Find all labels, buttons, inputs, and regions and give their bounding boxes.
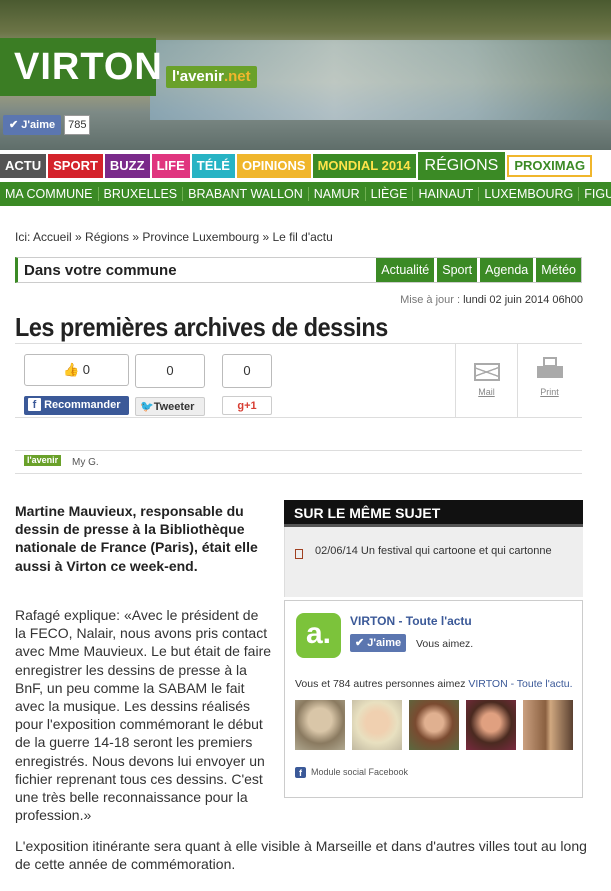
nav-tab-sport[interactable]: SPORT xyxy=(48,154,103,178)
facebook-icon: f xyxy=(28,398,41,411)
primary-nav: ACTU SPORT BUZZ LIFE TÉLÉ OPINIONS MONDIAL 201… xyxy=(0,152,611,180)
avatar[interactable] xyxy=(295,700,345,750)
related-sidebar: SUR LE MÊME SUJET 02/06/14 Un festival q… xyxy=(284,500,583,597)
commune-tabs: Actualité Sport Agenda Météo xyxy=(376,258,581,282)
nav-tab-mondial-2014[interactable]: MONDIAL 2014 xyxy=(312,154,416,178)
region-link[interactable]: LUXEMBOURG xyxy=(479,187,580,201)
fb-module-label[interactable]: f Module social Facebook xyxy=(295,767,408,778)
commune-bar: Dans votre commune Actualité Sport Agenda M… xyxy=(15,257,582,283)
commune-title: Dans votre commune xyxy=(24,262,177,279)
avatar[interactable] xyxy=(523,700,573,750)
author: My G. xyxy=(72,457,99,468)
region-link[interactable]: LIÈGE xyxy=(366,187,414,201)
printer-icon xyxy=(536,357,563,381)
gplus-count-box: 0 xyxy=(222,354,272,388)
fb-others-page-link[interactable]: VIRTON - Toute l'actu. xyxy=(468,678,572,690)
nav-tab-actu[interactable]: ACTU xyxy=(0,154,47,178)
related-item-text[interactable]: 02/06/14 Un festival qui cartoone et qui… xyxy=(315,545,552,557)
thumb-icon: 👍 xyxy=(62,362,80,377)
nav-tab-buzz[interactable]: BUZZ xyxy=(104,154,150,178)
commune-tab-2[interactable]: Agenda xyxy=(480,258,534,282)
region-link[interactable]: BRUXELLES xyxy=(99,187,184,201)
print-button[interactable]: Print xyxy=(517,344,581,417)
nav-tab-opinions[interactable]: OPINIONS xyxy=(236,154,311,178)
nav-tab-t-l-[interactable]: TÉLÉ xyxy=(191,154,235,178)
mail-button[interactable]: Mail xyxy=(455,344,517,417)
source-tag: l'avenir xyxy=(24,455,62,466)
region-link[interactable]: BRABANT WALLON xyxy=(183,187,309,201)
tweet-count-box: 0 xyxy=(135,354,205,388)
fb-you-like: Vous aimez. xyxy=(416,638,474,650)
region-link[interactable]: NAMUR xyxy=(309,187,366,201)
facebook-box: a. VIRTON - Toute l'actu ✔ J'aime Vous a… xyxy=(284,600,583,798)
gplus-button[interactable]: g+1 xyxy=(222,396,272,415)
tweet-button[interactable]: 🐦Tweeter xyxy=(135,397,205,416)
avatar[interactable] xyxy=(466,700,516,750)
region-link[interactable]: HAINAUT xyxy=(413,187,480,201)
fb-faces xyxy=(295,700,573,750)
related-heading: SUR LE MÊME SUJET xyxy=(284,500,583,527)
related-item[interactable]: 02/06/14 Un festival qui cartoone et qui… xyxy=(284,527,583,597)
region-link[interactable]: MA COMMUNE xyxy=(0,187,99,201)
recommend-button[interactable]: f Recommander xyxy=(24,396,129,415)
article-lead: Martine Mauvieux, responsable du dessin … xyxy=(15,503,258,574)
nav-tab-proximag[interactable]: PROXIMAG xyxy=(507,155,593,177)
region-link[interactable]: FIGURES LI xyxy=(579,187,611,201)
nav-tab-life[interactable]: LIFE xyxy=(151,154,190,178)
facebook-icon: f xyxy=(295,767,306,778)
share-bar: 👍 0 f Recommander 0 🐦Tweeter 0 g+1 Mail … xyxy=(15,343,582,418)
article-body-2: L'exposition itinérante sera quant à ell… xyxy=(15,838,587,873)
fb-count-box: 👍 0 xyxy=(24,354,129,386)
avenir-app-icon[interactable]: a. xyxy=(296,613,341,658)
twitter-icon: 🐦 xyxy=(140,401,154,413)
print-label: Print xyxy=(540,387,559,397)
article-meta: l'avenir My G. xyxy=(15,450,582,474)
city-logo[interactable]: VIRTON xyxy=(0,38,162,96)
regions-nav: MA COMMUNE BRUXELLES BRABANT WALLON NAMUR LI… xyxy=(0,182,611,206)
header-like-count: 785 xyxy=(64,115,91,135)
nav-tab-r-gions[interactable]: RÉGIONS xyxy=(417,152,506,180)
mail-label: Mail xyxy=(478,387,495,397)
header-like-button[interactable]: ✔ J'aime xyxy=(3,115,62,135)
commune-tab-0[interactable]: Actualité xyxy=(376,258,435,282)
document-icon xyxy=(295,549,303,559)
commune-tab-1[interactable]: Sport xyxy=(437,258,478,282)
fb-others: Vous et 784 autres personnes aimez VIRTO… xyxy=(295,678,573,690)
avatar[interactable] xyxy=(409,700,459,750)
article-body-1: Rafagé explique: «Avec le président de l… xyxy=(15,607,272,824)
page-title: Les premières archives de dessins xyxy=(15,312,388,342)
breadcrumb[interactable]: Ici: Accueil » Régions » Province Luxemb… xyxy=(15,230,333,244)
fb-page-name[interactable]: VIRTON - Toute l'actu xyxy=(350,614,472,628)
brand-logo[interactable]: l'avenir.net xyxy=(166,66,257,88)
header-like-widget[interactable]: ✔ J'aime 785 xyxy=(3,115,91,135)
avatar[interactable] xyxy=(352,700,402,750)
mail-icon xyxy=(473,363,500,381)
update-info: Mise à jour : lundi 02 juin 2014 06h00 xyxy=(400,294,583,306)
fb-like-button[interactable]: ✔ J'aime xyxy=(350,634,407,652)
commune-tab-3[interactable]: Météo xyxy=(536,258,581,282)
